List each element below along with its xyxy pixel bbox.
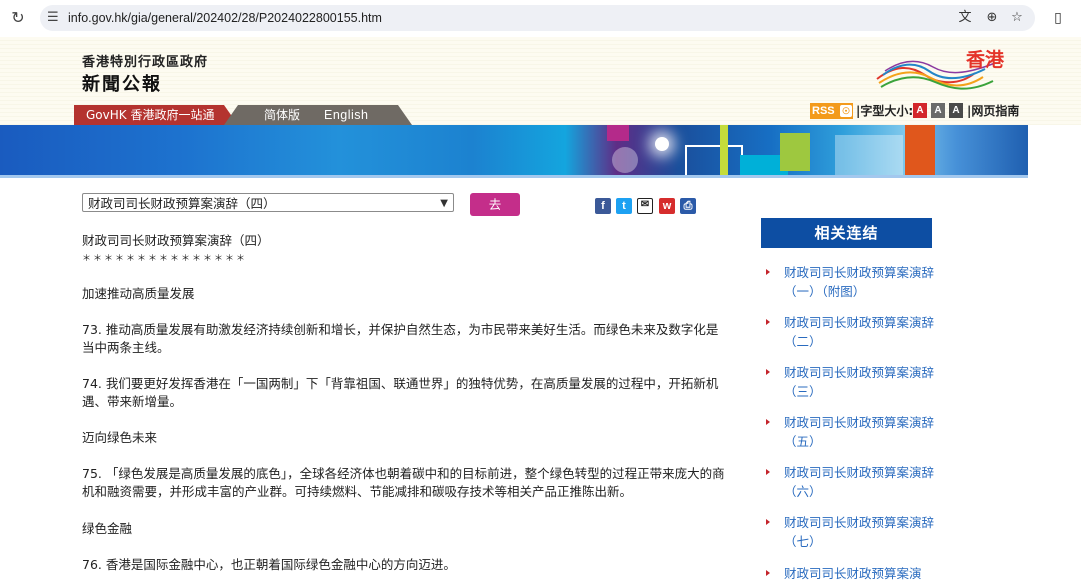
paragraph: 75. 「绿色发展是高质量发展的底色」，全球各经济体也朝着碳中和的目标前进，整个…	[82, 466, 725, 499]
banner-underline	[0, 175, 1028, 178]
zoom-icon[interactable]: ⊕	[982, 8, 1002, 28]
font-size-label: |字型大小:	[856, 104, 914, 118]
page-guide-link[interactable]: |网页指南	[967, 103, 1019, 119]
browser-toolbar: ↻ ☰ info.gov.hk/gia/general/202402/28/P2…	[0, 0, 1081, 38]
extensions-icon[interactable]: ▯	[1048, 8, 1068, 28]
rss-button[interactable]: RSS ☉	[810, 103, 853, 119]
bullet-arrow-icon	[766, 519, 770, 525]
font-size-medium-button[interactable]: A	[931, 103, 945, 118]
paragraph: 73. 推动高质量发展有助激发经济持续创新和增长，并保护自然生态，为市民带来美好…	[82, 322, 719, 355]
decorative-banner	[0, 125, 1028, 177]
bullet-arrow-icon	[766, 570, 770, 576]
site-header: 香港特別行政區政府 新聞公報 香港 GovHK 香港政府一站通 简体版 Engl…	[0, 37, 1081, 125]
url-text[interactable]: info.gov.hk/gia/general/202402/28/P20240…	[68, 5, 382, 31]
paragraph: 74. 我们要更好发挥香港在「一国两制」下「背靠祖国、联通世界」的独特优势，在高…	[82, 376, 719, 409]
site-title: 新聞公報	[82, 74, 162, 95]
translate-icon[interactable]: 文	[955, 8, 975, 28]
bullet-arrow-icon	[766, 319, 770, 325]
related-links-heading: 相关连结	[761, 218, 932, 248]
section-heading: 迈向绿色未来	[82, 430, 158, 445]
print-icon[interactable]: ⎙	[680, 198, 696, 214]
bullet-arrow-icon	[766, 369, 770, 375]
facebook-icon[interactable]: f	[595, 198, 611, 214]
bullet-arrow-icon	[766, 469, 770, 475]
logo-text: 香港	[966, 49, 1005, 71]
org-name: 香港特別行政區政府	[82, 55, 209, 70]
section-heading: 绿色金融	[82, 521, 133, 536]
rss-feed-icon: ☉	[840, 105, 852, 117]
font-size-small-button[interactable]: A	[913, 103, 927, 118]
chevron-down-icon: ▼	[440, 198, 448, 209]
bullet-arrow-icon	[766, 419, 770, 425]
english-link[interactable]: English	[324, 105, 369, 125]
go-button[interactable]: 去	[470, 193, 520, 216]
section-heading: 加速推动高质量发展	[82, 286, 195, 301]
bookmark-star-icon[interactable]: ☆	[1007, 8, 1027, 28]
language-switcher: 简体版 English	[224, 105, 412, 125]
press-release-select[interactable]: 财政司司长财政预算案演辞（四） ▼	[82, 193, 454, 212]
paragraph: 76. 香港是国际金融中心，也正朝着国际绿色金融中心的方向迈进。	[82, 557, 456, 572]
simplified-chinese-link[interactable]: 简体版	[264, 105, 300, 125]
font-size-large-button[interactable]: A	[949, 103, 963, 118]
title-separator: ＊＊＊＊＊＊＊＊＊＊＊＊＊＊＊	[82, 254, 248, 264]
weibo-icon[interactable]: w	[659, 198, 675, 214]
govhk-link[interactable]: GovHK 香港政府一站通	[74, 105, 238, 125]
article-title: 财政司司长财政预算案演辞（四）	[82, 233, 270, 248]
email-icon[interactable]: ✉	[637, 198, 653, 214]
address-bar[interactable]: ☰ info.gov.hk/gia/general/202402/28/P202…	[40, 5, 1035, 31]
bullet-arrow-icon	[766, 269, 770, 275]
reload-icon[interactable]: ↻	[9, 8, 27, 28]
twitter-icon[interactable]: t	[616, 198, 632, 214]
tune-icon[interactable]: ☰	[47, 9, 63, 27]
